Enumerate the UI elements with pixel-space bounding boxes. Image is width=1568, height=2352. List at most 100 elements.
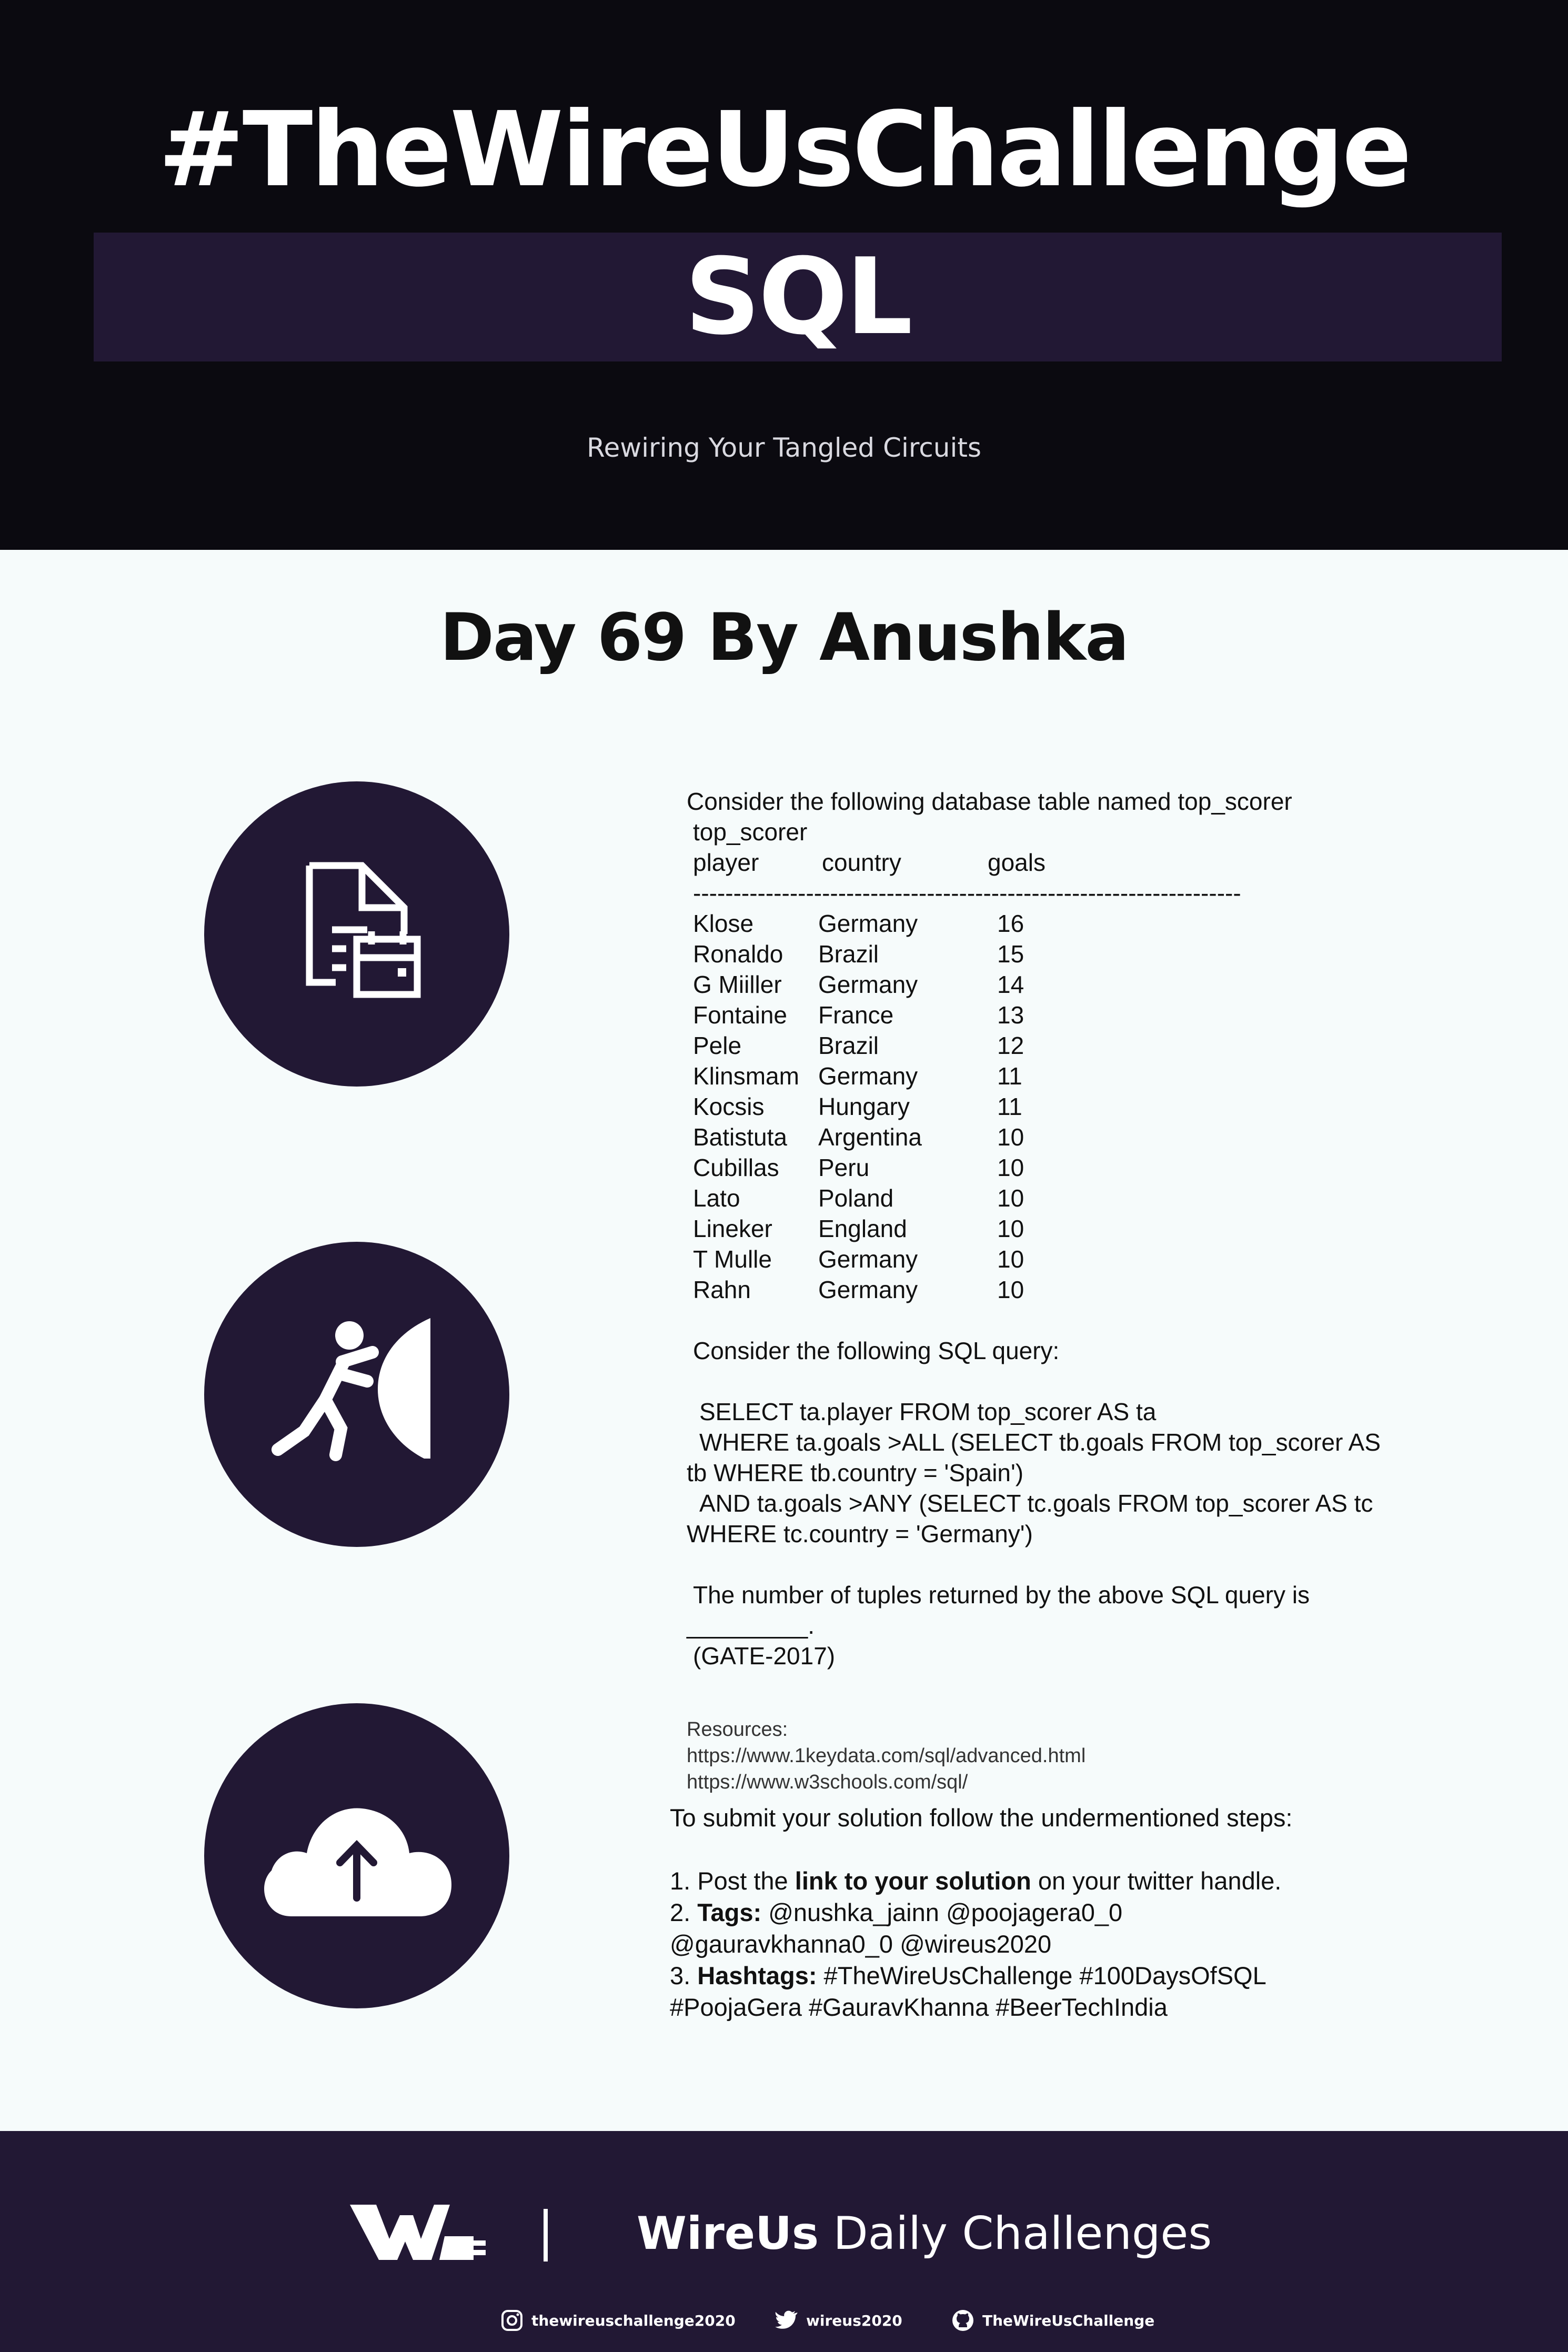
subject-title: SQL <box>685 236 913 358</box>
instagram-handle: thewireuschallenge2020 <box>531 2311 736 2329</box>
column-header: player <box>693 849 759 876</box>
cell-player: G Miiller <box>693 971 782 998</box>
cell-country: Peru <box>818 1154 870 1181</box>
step-1-suffix: on your twitter handle. <box>1031 1867 1282 1895</box>
step-3-continued: #PoojaGera #GauravKhanna #BeerTechIndia <box>670 1993 1168 2021</box>
step-2-continued: @gauravkhanna0_0 @wireus2020 <box>670 1930 1052 1958</box>
table-row: Pele Brazil 12 <box>687 1030 1408 1061</box>
subject-banner: SQL <box>94 233 1502 361</box>
twitter-link[interactable]: wireus2020 <box>775 2305 902 2336</box>
step-1-bold: link to your solution <box>795 1867 1031 1895</box>
footer: WireUs Daily Challenges thewireuschallen… <box>0 2131 1568 2352</box>
cell-goals: 10 <box>997 1215 1024 1242</box>
cell-player: Cubillas <box>693 1154 779 1181</box>
github-icon <box>952 2310 973 2331</box>
resources: Resources: https://www.1keydata.com/sql/… <box>687 1716 1085 1795</box>
document-calendar-icon <box>306 862 421 998</box>
document-circle <box>204 781 509 1087</box>
cell-goals: 10 <box>997 1184 1024 1212</box>
tagline: Rewiring Your Tangled Circuits <box>586 433 982 463</box>
instagram-icon <box>501 2310 522 2331</box>
cell-player: Ronaldo <box>693 940 783 968</box>
step-3-prefix: 3. <box>670 1962 698 1989</box>
cell-player: Fontaine <box>693 1001 788 1029</box>
submit-intro: To submit your solution follow the under… <box>670 1804 1293 1832</box>
step-1: 1. Post the link to your solution on you… <box>670 1865 1459 1897</box>
column-header: country <box>822 849 901 876</box>
cell-country: Argentina <box>818 1123 922 1151</box>
step-3-bold: Hashtags: <box>697 1962 817 1989</box>
cell-goals: 15 <box>997 940 1024 968</box>
cell-player: Lato <box>693 1184 740 1212</box>
table-row: Kocsis Hungary 11 <box>687 1091 1408 1122</box>
upload-circle <box>204 1703 509 2008</box>
cell-country: England <box>818 1215 907 1242</box>
question-block: Consider the following database table na… <box>687 786 1408 1671</box>
step-2-bold: Tags: <box>697 1898 762 1926</box>
cell-player: Lineker <box>693 1215 772 1242</box>
cell-goals: 12 <box>997 1032 1024 1059</box>
cell-player: T Mulle <box>693 1245 772 1273</box>
instagram-link[interactable]: thewireuschallenge2020 <box>500 2305 736 2336</box>
score-table: Klose Germany 16 Ronaldo Brazil 15 G Miiller Ge… <box>687 908 1408 1305</box>
table-row: Ronaldo Brazil 15 <box>687 939 1408 969</box>
footer-brand: WireUs Daily Challenges <box>637 2205 1212 2263</box>
cell-goals: 13 <box>997 1001 1024 1029</box>
resource-link[interactable]: https://www.1keydata.com/sql/advanced.ht… <box>687 1743 1085 1769</box>
table-row: Rahn Germany 10 <box>687 1274 1408 1305</box>
challenge-title: #TheWireUsChallenge <box>158 90 1412 210</box>
resources-label: Resources: <box>687 1718 788 1741</box>
brand-bold: WireUs <box>637 2207 819 2260</box>
table-row: Klinsmam Germany 11 <box>687 1061 1408 1091</box>
cell-player: Kocsis <box>693 1093 765 1120</box>
cell-goals: 10 <box>997 1276 1024 1303</box>
cell-goals: 10 <box>997 1154 1024 1181</box>
cell-goals: 10 <box>997 1245 1024 1273</box>
cell-country: Germany <box>818 910 918 937</box>
cell-country: Germany <box>818 971 918 998</box>
twitter-icon <box>775 2310 798 2329</box>
brand-rest: Daily Challenges <box>819 2207 1212 2260</box>
github-handle: TheWireUsChallenge <box>982 2311 1155 2329</box>
table-row: Klose Germany 16 <box>687 908 1408 939</box>
query-line: tb WHERE tb.country = 'Spain') <box>687 1459 1024 1486</box>
step-3-rest: #TheWireUsChallenge #100DaysOfSQL <box>817 1962 1267 1989</box>
cell-goals: 10 <box>997 1123 1024 1151</box>
submission-steps: To submit your solution follow the under… <box>670 1802 1459 2023</box>
step-2: 2. Tags: @nushka_jainn @poojagera0_0 <box>670 1897 1459 1928</box>
footer-divider <box>544 2209 548 2261</box>
query-intro: Consider the following SQL query: <box>693 1337 1060 1364</box>
cell-country: Hungary <box>818 1093 910 1120</box>
query-line: AND ta.goals >ANY (SELECT tc.goals FROM … <box>699 1490 1373 1517</box>
person-pushing-wall-icon <box>272 1318 430 1461</box>
cell-country: Germany <box>818 1062 918 1090</box>
github-link[interactable]: TheWireUsChallenge <box>951 2305 1154 2336</box>
answer-blank: _________. <box>687 1612 815 1639</box>
cell-player: Batistuta <box>693 1123 787 1151</box>
table-divider: ----------------------------------------… <box>693 879 1241 907</box>
cell-goals: 11 <box>997 1093 1022 1120</box>
query-line: WHERE tc.country = 'Germany') <box>687 1520 1033 1547</box>
cell-country: Poland <box>818 1184 894 1212</box>
cell-goals: 16 <box>997 910 1024 937</box>
cell-country: Germany <box>818 1276 918 1303</box>
table-row: Fontaine France 13 <box>687 1000 1408 1030</box>
question-source: (GATE-2017) <box>693 1642 836 1670</box>
twitter-handle: wireus2020 <box>806 2311 902 2329</box>
cell-goals: 11 <box>997 1062 1022 1090</box>
step-2-rest: @nushka_jainn @poojagera0_0 <box>761 1898 1123 1926</box>
cell-player: Klose <box>693 910 754 937</box>
cell-goals: 14 <box>997 971 1024 998</box>
wireus-logo <box>350 2205 486 2260</box>
question-intro: Consider the following database table na… <box>687 788 1292 815</box>
resource-link[interactable]: https://www.w3schools.com/sql/ <box>687 1769 1085 1795</box>
step-1-prefix: 1. Post the <box>670 1867 795 1895</box>
cell-country: Germany <box>818 1245 918 1273</box>
cell-country: Brazil <box>818 1032 879 1059</box>
push-circle <box>204 1242 509 1547</box>
table-row: Lato Poland 10 <box>687 1183 1408 1213</box>
